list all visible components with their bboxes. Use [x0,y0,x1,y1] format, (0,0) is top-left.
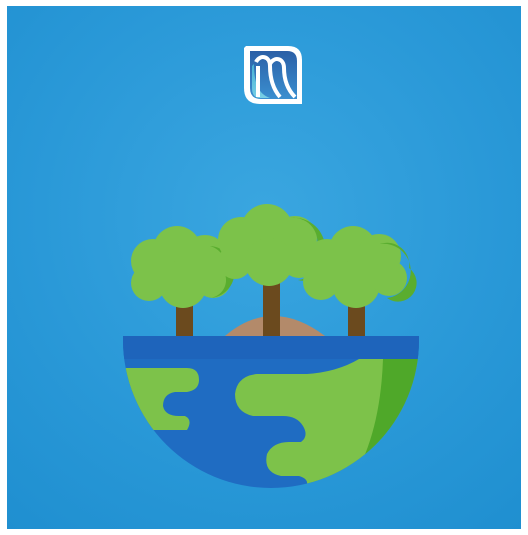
image-frame [0,0,528,535]
eco-earth-with-trees-icon [123,204,419,488]
blue-background-panel [7,6,521,529]
tree-right [303,226,417,340]
earth-hemisphere [123,336,419,488]
